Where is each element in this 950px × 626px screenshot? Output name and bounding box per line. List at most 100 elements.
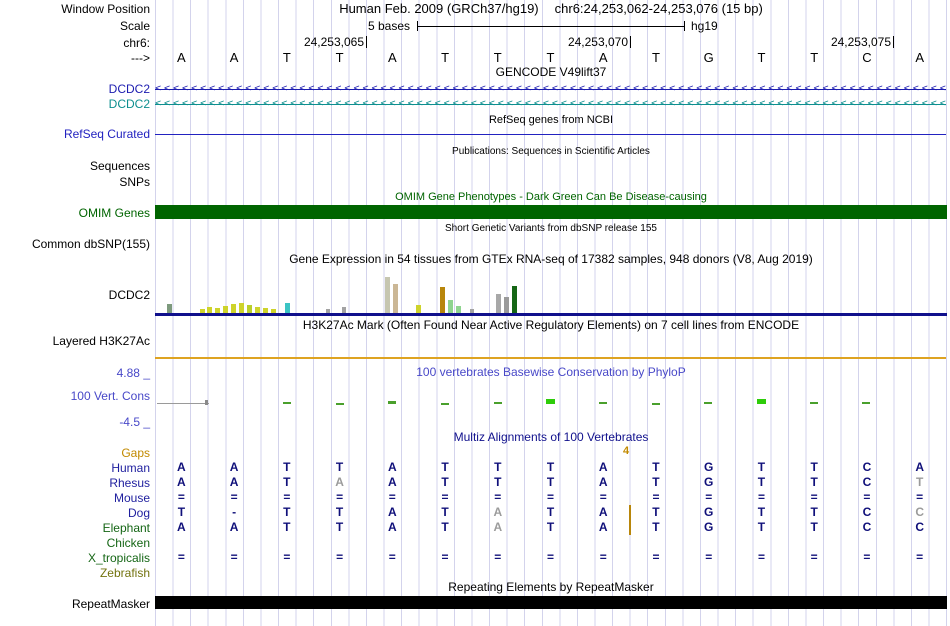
alignment-base — [630, 535, 683, 550]
alignment-row-human: AATTATTTATGTTCA — [155, 460, 946, 475]
alignment-base: = — [230, 550, 238, 564]
alignment-base: T — [283, 505, 291, 519]
alignment-base: A — [177, 520, 186, 534]
alignment-base: = — [441, 550, 449, 564]
alignment-base: T — [546, 475, 555, 489]
window-position-header: Human Feb. 2009 (GRCh37/hg19) chr6:24,253… — [156, 2, 946, 15]
refseq-track-line[interactable] — [155, 134, 946, 135]
alignment-base: T — [283, 475, 291, 489]
phylop-mark — [494, 402, 502, 404]
base-letter: T — [546, 50, 555, 65]
label-omim-genes[interactable]: OMIM Genes — [0, 206, 150, 220]
label-species-dog[interactable]: Dog — [0, 506, 150, 520]
label-species-zebrafish[interactable]: Zebrafish — [0, 566, 150, 580]
h3k27ac-signal-line[interactable] — [155, 357, 946, 359]
base-letter: C — [862, 50, 872, 65]
alignment-base — [735, 565, 788, 580]
alignment-base: A — [177, 460, 186, 474]
label-phylop-max: 4.88 _ — [116, 366, 150, 380]
alignment-base: = — [388, 550, 396, 564]
assembly-name: Human Feb. 2009 (GRCh37/hg19) — [339, 1, 539, 16]
label-layered-h3k27ac[interactable]: Layered H3K27Ac — [0, 334, 150, 348]
repeatmasker-note: Repeating Elements by RepeatMasker — [448, 580, 654, 594]
alignment-base: A — [387, 460, 397, 474]
gene-strand-arrows-2[interactable]: <<<<<<<<<<<<<<<<<<<<<<<<<<<<<<<<<<<<<<<<… — [155, 98, 946, 110]
alignment-base: C — [862, 460, 872, 474]
ruler-tick-label: 24,253,070 — [567, 35, 628, 49]
omim-note: OMIM Gene Phenotypes - Dark Green Can Be… — [395, 191, 707, 203]
label-scale: Scale — [119, 19, 150, 33]
label-100-vert-cons[interactable]: 100 Vert. Cons — [0, 389, 150, 403]
alignment-base: = — [652, 550, 660, 564]
alignment-base: = — [916, 550, 924, 564]
repeatmasker-bar[interactable] — [155, 596, 947, 609]
dbsnp-note: Short Genetic Variants from dbSNP releas… — [445, 223, 657, 234]
alignment-base — [419, 535, 472, 550]
phylop-title: 100 vertebrates Basewise Conservation by… — [416, 365, 686, 379]
gtex-bar — [496, 294, 501, 313]
base-letter: T — [757, 50, 766, 65]
label-species-xtropicalis[interactable]: X_tropicalis — [0, 551, 150, 565]
label-species-chicken[interactable]: Chicken — [0, 536, 150, 550]
gene-strand-arrows-1[interactable]: <<<<<<<<<<<<<<<<<<<<<<<<<<<<<<<<<<<<<<<<… — [155, 83, 946, 95]
phylop-conservation-marks[interactable] — [155, 394, 947, 412]
alignment-base: T — [546, 460, 555, 474]
alignment-base — [471, 535, 524, 550]
label-species-elephant[interactable]: Elephant — [0, 521, 150, 535]
gtex-bar — [231, 304, 236, 313]
gtex-bar-chart[interactable] — [155, 270, 947, 313]
gtex-bar — [385, 277, 390, 313]
alignment-base: T — [441, 460, 449, 474]
multiz-title: Multiz Alignments of 100 Vertebrates — [453, 430, 649, 444]
ruler-tick-label: 24,253,075 — [830, 35, 891, 49]
alignment-row-elephant: AATTATATATGTTCC — [155, 520, 946, 535]
alignment-base: T — [652, 460, 660, 474]
omim-genes-bar[interactable] — [155, 205, 947, 219]
label-snps[interactable]: SNPs — [0, 175, 150, 189]
label-species-human[interactable]: Human — [0, 461, 150, 475]
alignment-base — [682, 535, 735, 550]
alignment-base: = — [336, 550, 344, 564]
base-letter: T — [652, 50, 660, 65]
label-species-rhesus[interactable]: Rhesus — [0, 476, 150, 490]
alignment-base — [366, 565, 419, 580]
alignment-base: = — [177, 550, 185, 564]
base-letter: T — [282, 50, 291, 65]
label-sequences[interactable]: Sequences — [0, 159, 150, 173]
alignment-base: T — [283, 460, 291, 474]
genome-browser-image[interactable]: Window Position Human Feb. 2009 (GRCh37/… — [0, 0, 950, 626]
alignment-base: = — [336, 490, 344, 504]
publications-note: Publications: Sequences in Scientific Ar… — [452, 146, 650, 157]
multiz-alignment-grid[interactable]: A A T T A T T T A T G T T C A A A T A A T T T A T G T T C T = = = = = = = = = =… — [155, 460, 946, 580]
alignment-base: T — [915, 475, 924, 489]
label-gtex-dcdc2[interactable]: DCDC2 — [0, 288, 150, 302]
label-gaps[interactable]: Gaps — [0, 446, 150, 460]
label-common-dbsnp[interactable]: Common dbSNP(155) — [0, 237, 150, 251]
label-species-mouse[interactable]: Mouse — [0, 491, 150, 505]
alignment-base: T — [494, 460, 502, 474]
alignment-base — [630, 565, 683, 580]
base-letter: G — [703, 50, 714, 65]
alignment-row-dog: T-TTATATATGTTCC — [155, 505, 946, 520]
alignment-base — [788, 565, 841, 580]
alignment-base: C — [862, 520, 872, 534]
label-gene-dcdc2-1[interactable]: DCDC2 — [0, 82, 150, 96]
alignment-base: = — [863, 490, 871, 504]
label-strand-arrow: ---> — [131, 51, 150, 65]
alignment-base: = — [547, 490, 555, 504]
alignment-base — [577, 565, 630, 580]
label-repeatmasker[interactable]: RepeatMasker — [0, 597, 150, 611]
base-letter: A — [229, 50, 239, 65]
alignment-base: A — [598, 520, 608, 534]
alignment-base: = — [283, 490, 291, 504]
alignment-base — [524, 535, 577, 550]
alignment-base: = — [388, 490, 396, 504]
alignment-base: T — [546, 520, 555, 534]
alignment-base: = — [757, 490, 765, 504]
label-phylop-min: -4.5 _ — [119, 415, 150, 429]
alignment-base — [788, 535, 841, 550]
alignment-base: - — [232, 505, 237, 519]
gtex-bar — [456, 306, 461, 313]
label-gene-dcdc2-2[interactable]: DCDC2 — [0, 97, 150, 111]
label-refseq-curated[interactable]: RefSeq Curated — [0, 127, 150, 141]
